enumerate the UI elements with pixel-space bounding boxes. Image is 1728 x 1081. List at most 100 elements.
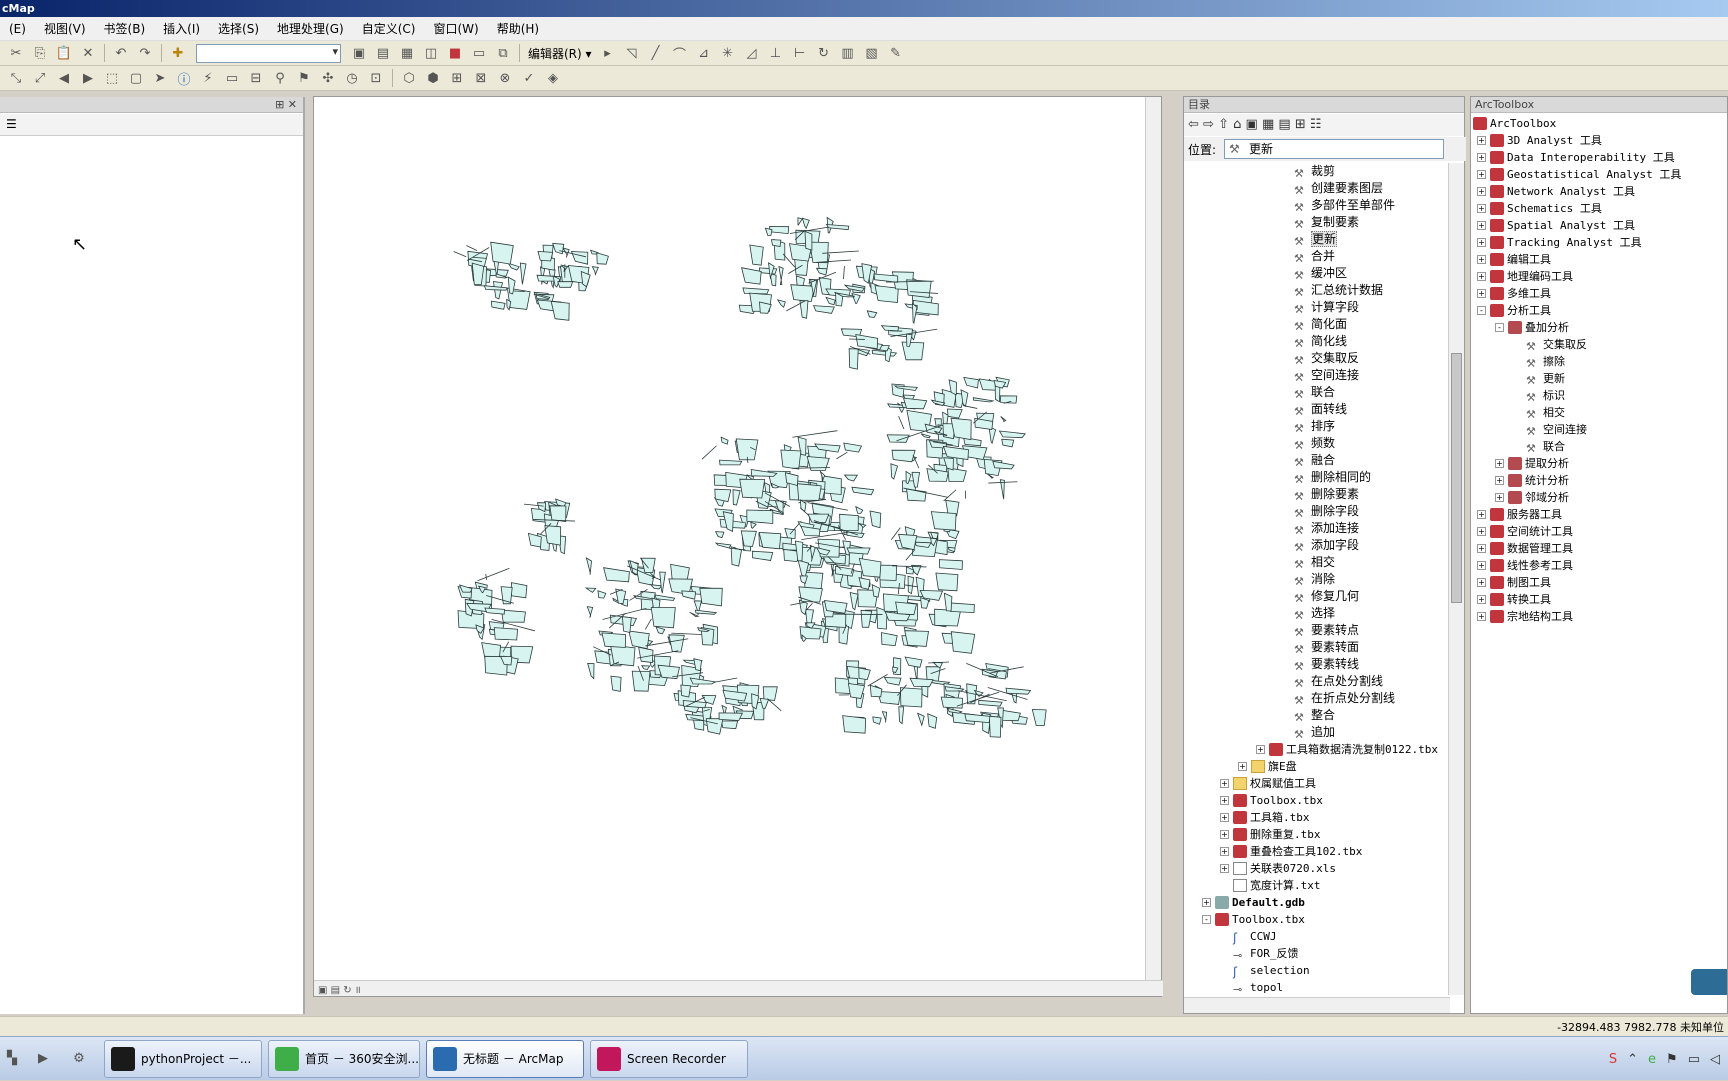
expander-icon[interactable]: - bbox=[1495, 323, 1504, 332]
menu-item[interactable]: 自定义(C) bbox=[353, 17, 425, 41]
fixed-zoom-in-icon[interactable]: ⤡ bbox=[6, 68, 26, 88]
new-folder-icon[interactable]: ▤ bbox=[1278, 117, 1290, 132]
sketch-properties-icon[interactable]: ▧ bbox=[862, 43, 882, 63]
rotate-icon[interactable]: ↻ bbox=[814, 43, 834, 63]
catalog-tool-item[interactable]: ⚒更新 bbox=[1184, 231, 1449, 248]
arctoolbox-item[interactable]: ⚒空间连接 bbox=[1473, 421, 1728, 438]
expander-icon[interactable]: + bbox=[1477, 527, 1486, 536]
taskbar-button[interactable]: 首页 － 360安全浏... bbox=[268, 1040, 420, 1078]
start-icon[interactable]: ▚ bbox=[0, 1049, 24, 1069]
ie-icon[interactable]: e bbox=[1648, 1052, 1656, 1067]
paste-icon[interactable]: 📋 bbox=[54, 43, 74, 63]
snap-icon[interactable]: ✳ bbox=[718, 43, 738, 63]
editor-menu[interactable]: 编辑器(R) ▾ bbox=[524, 45, 596, 62]
topology-icon[interactable]: ⬡ bbox=[399, 68, 419, 88]
arctoolbox-item[interactable]: +宗地结构工具 bbox=[1473, 608, 1728, 625]
catalog-tool-item[interactable]: ⚒合并 bbox=[1184, 248, 1449, 265]
catalog-tool-item[interactable]: ⚒整合 bbox=[1184, 707, 1449, 724]
catalog-item[interactable]: ⊸FOR_反馈 bbox=[1184, 945, 1449, 962]
map-canvas[interactable] bbox=[314, 97, 1144, 980]
forward-icon[interactable]: ▶ bbox=[78, 68, 98, 88]
expander-icon[interactable]: + bbox=[1495, 476, 1504, 485]
expander-icon[interactable]: + bbox=[1477, 561, 1486, 570]
catalog-tool-item[interactable]: ⚒创建要素图层 bbox=[1184, 180, 1449, 197]
cut-icon[interactable]: ✂ bbox=[6, 43, 26, 63]
identify-icon[interactable]: ⓘ bbox=[174, 68, 194, 88]
expander-icon[interactable]: + bbox=[1477, 612, 1486, 621]
fix-topology-icon[interactable]: ✓ bbox=[519, 68, 539, 88]
expander-icon[interactable]: + bbox=[1220, 813, 1229, 822]
catalog-item[interactable]: ʃCCWJ bbox=[1184, 928, 1449, 945]
editor-toolbar-icon[interactable]: ▣ bbox=[349, 43, 369, 63]
arctoolbox-item[interactable]: ⚒擦除 bbox=[1473, 353, 1728, 370]
straight-segment-icon[interactable]: ╱ bbox=[646, 43, 666, 63]
menu-item[interactable]: 地理处理(G) bbox=[268, 17, 353, 41]
map-topology-icon[interactable]: ⊞ bbox=[447, 68, 467, 88]
close-icon[interactable]: ⊞ ✕ bbox=[275, 97, 297, 113]
floating-widget-icon[interactable] bbox=[1691, 969, 1727, 995]
arctoolbox-item[interactable]: ⚒相交 bbox=[1473, 404, 1728, 421]
powershell-icon[interactable]: ▶ bbox=[28, 1049, 58, 1069]
arctoolbox-item[interactable]: ⚒联合 bbox=[1473, 438, 1728, 455]
arctoolbox-item[interactable]: +Tracking Analyst 工具 bbox=[1473, 234, 1728, 251]
catalog-tool-item[interactable]: ⚒缓冲区 bbox=[1184, 265, 1449, 282]
catalog-tool-item[interactable]: ⚒联合 bbox=[1184, 384, 1449, 401]
catalog-tool-item[interactable]: ⚒排序 bbox=[1184, 418, 1449, 435]
add-data-icon[interactable]: ✚ bbox=[168, 43, 188, 63]
views-icon[interactable]: ▦ bbox=[1262, 117, 1274, 132]
catalog-tool-item[interactable]: ⚒选择 bbox=[1184, 605, 1449, 622]
expander-icon[interactable]: + bbox=[1220, 830, 1229, 839]
catalog-tool-item[interactable]: ⚒多部件至单部件 bbox=[1184, 197, 1449, 214]
arctoolbox-item[interactable]: +统计分析 bbox=[1473, 472, 1728, 489]
home-icon[interactable]: ⌂ bbox=[1233, 117, 1241, 132]
expander-icon[interactable]: - bbox=[1202, 915, 1211, 924]
arctoolbox-item[interactable]: -叠加分析 bbox=[1473, 319, 1728, 336]
catalog-tool-item[interactable]: ⚒融合 bbox=[1184, 452, 1449, 469]
catalog-tool-item[interactable]: ⚒计算字段 bbox=[1184, 299, 1449, 316]
catalog-item[interactable]: +工具箱.tbx bbox=[1184, 809, 1449, 826]
catalog-item[interactable]: +Toolbox.tbx bbox=[1184, 792, 1449, 809]
expander-icon[interactable]: + bbox=[1495, 493, 1504, 502]
arctoolbox-item[interactable]: +Network Analyst 工具 bbox=[1473, 183, 1728, 200]
list-by-drawing-order-icon[interactable]: ☰ bbox=[6, 117, 17, 131]
python-icon[interactable]: ▭ bbox=[469, 43, 489, 63]
attributes-icon[interactable]: ▥ bbox=[838, 43, 858, 63]
arctoolbox-item[interactable]: +空间统计工具 bbox=[1473, 523, 1728, 540]
catalog-tool-item[interactable]: ⚒修复几何 bbox=[1184, 588, 1449, 605]
catalog-item[interactable]: +Default.gdb bbox=[1184, 894, 1449, 911]
catalog-horizontal-scrollbar[interactable] bbox=[1184, 997, 1450, 1013]
catalog-item[interactable]: ⊸topol bbox=[1184, 979, 1449, 995]
catalog-tool-item[interactable]: ⚒要素转点 bbox=[1184, 622, 1449, 639]
catalog-item[interactable]: +旗E盘 bbox=[1184, 758, 1449, 775]
catalog-tool-item[interactable]: ⚒删除字段 bbox=[1184, 503, 1449, 520]
catalog-icon[interactable]: ▦ bbox=[397, 43, 417, 63]
catalog-tool-item[interactable]: ⚒在点处分割线 bbox=[1184, 673, 1449, 690]
expander-icon[interactable]: + bbox=[1477, 255, 1486, 264]
expander-icon[interactable]: + bbox=[1477, 578, 1486, 587]
tray-expand-icon[interactable]: ⌃ bbox=[1627, 1052, 1638, 1067]
menu-item[interactable]: (E) bbox=[0, 17, 35, 41]
table-icon[interactable]: ▤ bbox=[373, 43, 393, 63]
arctoolbox-item[interactable]: +3D Analyst 工具 bbox=[1473, 132, 1728, 149]
arctoolbox-item[interactable]: +编辑工具 bbox=[1473, 251, 1728, 268]
expander-icon[interactable]: + bbox=[1477, 510, 1486, 519]
expander-icon[interactable]: + bbox=[1477, 221, 1486, 230]
map-horizontal-scrollbar[interactable]: ▣ ▤ ↻ ॥ bbox=[314, 980, 1163, 996]
expander-icon[interactable]: + bbox=[1256, 745, 1265, 754]
arctoolbox-item[interactable]: +Schematics 工具 bbox=[1473, 200, 1728, 217]
catalog-item[interactable]: +关联表0720.xls bbox=[1184, 860, 1449, 877]
up-icon[interactable]: ⇧ bbox=[1218, 117, 1229, 132]
expander-icon[interactable]: + bbox=[1220, 779, 1229, 788]
clear-selection-icon[interactable]: ▢ bbox=[126, 68, 146, 88]
menu-item[interactable]: 窗口(W) bbox=[424, 17, 487, 41]
arctoolbox-item[interactable]: -分析工具 bbox=[1473, 302, 1728, 319]
arctoolbox-item[interactable]: +提取分析 bbox=[1473, 455, 1728, 472]
map-view[interactable]: ▣ ▤ ↻ ॥ bbox=[313, 96, 1162, 997]
expander-icon[interactable]: + bbox=[1477, 170, 1486, 179]
arctoolbox-item[interactable]: ⚒标识 bbox=[1473, 387, 1728, 404]
delete-icon[interactable]: ✕ bbox=[78, 43, 98, 63]
expander-icon[interactable]: + bbox=[1477, 187, 1486, 196]
arctoolbox-item[interactable]: +数据管理工具 bbox=[1473, 540, 1728, 557]
menu-item[interactable]: 书签(B) bbox=[95, 17, 155, 41]
expander-icon[interactable]: + bbox=[1238, 762, 1247, 771]
